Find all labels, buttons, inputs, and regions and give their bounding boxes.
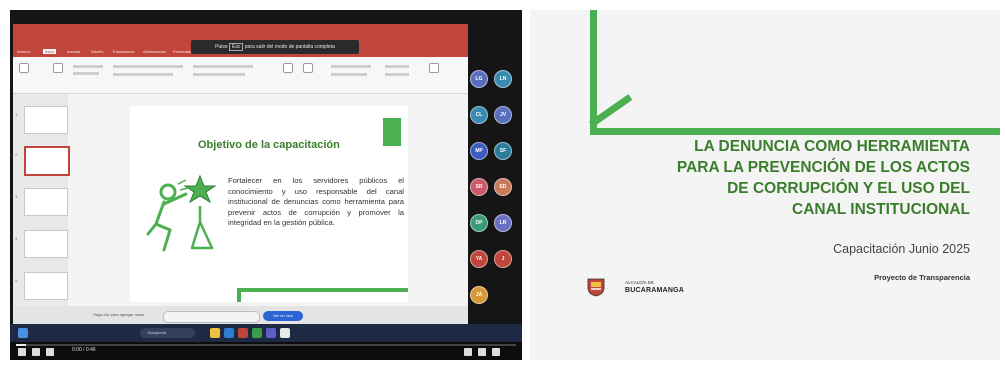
fullscreen-icon[interactable] xyxy=(492,348,500,356)
participant-avatar[interactable]: MP xyxy=(470,142,488,160)
taskbar-search[interactable]: Búsqueda xyxy=(140,328,195,338)
participant-avatar[interactable]: J xyxy=(494,250,512,268)
notes-hint[interactable]: Haga clic para agregar notas xyxy=(93,312,144,317)
settings-icon[interactable] xyxy=(464,348,472,356)
project-name: Proyecto de Transparencia xyxy=(874,273,970,282)
slide-accent-line-vertical xyxy=(237,288,241,302)
logo-wordmark: BUCARAMANGA xyxy=(625,287,684,294)
participant-avatar[interactable]: JV xyxy=(494,106,512,124)
logo-caption: ALCALDÍA DE xyxy=(625,280,655,285)
slide-accent-line xyxy=(237,288,408,292)
tab-diseno[interactable]: Diseño xyxy=(91,49,103,54)
slide-thumbnail-selected[interactable] xyxy=(24,146,70,176)
participant-avatar[interactable]: JA xyxy=(470,286,488,304)
slide-thumbnail[interactable] xyxy=(24,272,68,300)
paste-icon[interactable] xyxy=(19,63,29,73)
ribbon xyxy=(13,57,468,94)
video-call-panel: Archivo Inicio Insertar Diseño Transicio… xyxy=(10,10,522,360)
tab-transiciones[interactable]: Transiciones xyxy=(112,49,135,54)
new-slide-icon[interactable] xyxy=(53,63,63,73)
participant-avatar[interactable]: DP xyxy=(470,214,488,232)
slide-logo-tab xyxy=(383,118,401,146)
excel-icon[interactable] xyxy=(252,328,262,338)
title-slide: LA DENUNCIA COMO HERRAMIENTA PARA LA PRE… xyxy=(530,10,1000,360)
miniplayer-icon[interactable] xyxy=(478,348,486,356)
tab-inicio[interactable]: Inicio xyxy=(43,49,57,54)
teams-icon[interactable] xyxy=(266,328,276,338)
fullscreen-notice: Pulse Esc para salir del modo de pantall… xyxy=(191,40,359,54)
time-readout: 0:00 / 0:46 xyxy=(72,347,96,353)
notes-input[interactable] xyxy=(163,311,260,323)
presentation-title: LA DENUNCIA COMO HERRAMIENTA PARA LA PRE… xyxy=(676,138,970,218)
participant-avatar[interactable]: CL xyxy=(470,106,488,124)
video-progress[interactable] xyxy=(16,344,516,346)
accent-line-horizontal xyxy=(590,128,1000,135)
tab-insertar[interactable]: Insertar xyxy=(67,49,81,54)
slide-thumbnail[interactable] xyxy=(24,188,68,216)
esc-key: Esc xyxy=(229,43,244,51)
slide-body: Fortalecer en los servidores públicos el… xyxy=(228,176,404,228)
powerpoint-icon[interactable] xyxy=(238,328,248,338)
powerpoint-window: Archivo Inicio Insertar Diseño Transicio… xyxy=(13,24,468,337)
arrange-icon[interactable] xyxy=(303,63,313,73)
chrome-icon[interactable] xyxy=(280,328,290,338)
participant-avatar[interactable]: LG xyxy=(470,70,488,88)
volume-icon[interactable] xyxy=(46,348,54,356)
designer-icon[interactable] xyxy=(429,63,439,73)
tab-animaciones[interactable]: Animaciones xyxy=(143,49,166,54)
start-icon[interactable] xyxy=(18,328,28,338)
slide-thumbnails: 1 2 3 4 5 xyxy=(13,94,70,316)
video-controls: 0:00 / 0:46 xyxy=(10,342,522,360)
climber-icon xyxy=(146,174,217,252)
live-view-button[interactable]: Ver en vivo xyxy=(263,311,303,321)
participant-avatar[interactable]: ED xyxy=(494,178,512,196)
slide-thumbnail[interactable] xyxy=(24,230,68,258)
city-shield-logo xyxy=(587,278,605,297)
shapes-icon[interactable] xyxy=(283,63,293,73)
participant-avatar[interactable]: SF xyxy=(494,142,512,160)
slide-title: Objetivo de la capacitación xyxy=(198,139,340,151)
participant-avatar[interactable]: LN xyxy=(494,70,512,88)
next-icon[interactable] xyxy=(32,348,40,356)
presentation-subtitle: Capacitación Junio 2025 xyxy=(833,242,970,256)
tab-archivo[interactable]: Archivo xyxy=(17,49,30,54)
current-slide[interactable]: Objetivo de la capacitación Fortalecer e… xyxy=(130,106,408,302)
participant-avatar[interactable]: SR xyxy=(470,178,488,196)
participant-avatar[interactable]: LR xyxy=(494,214,512,232)
folder-icon[interactable] xyxy=(210,328,220,338)
play-icon[interactable] xyxy=(18,348,26,356)
slide-thumbnail[interactable] xyxy=(24,106,68,134)
edge-icon[interactable] xyxy=(224,328,234,338)
participant-avatar[interactable]: YA xyxy=(470,250,488,268)
windows-taskbar: Búsqueda xyxy=(10,324,522,342)
notes-bar: Haga clic para agregar notas Ver en vivo xyxy=(13,306,468,326)
